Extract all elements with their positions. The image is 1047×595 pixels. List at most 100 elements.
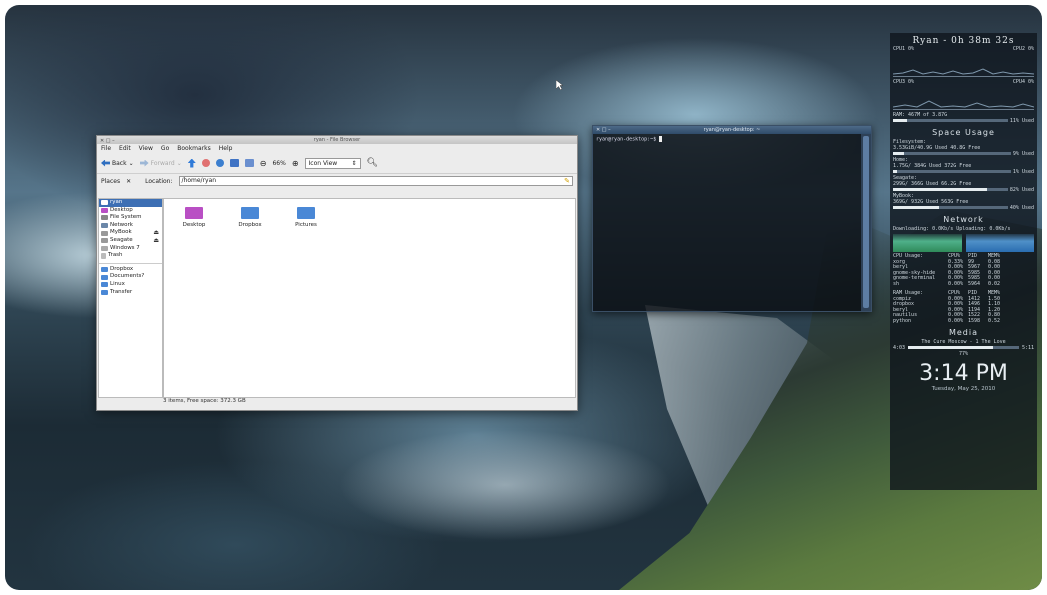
desktop-icon xyxy=(101,207,108,213)
drive-bar xyxy=(893,170,1011,173)
ram-bar-row: 11% Used xyxy=(890,118,1037,124)
home-icon[interactable] xyxy=(229,159,239,167)
close-sidebar-icon[interactable]: ✕ xyxy=(126,178,131,185)
folder-icon xyxy=(241,207,259,219)
chevron-down-icon[interactable]: ⌄ xyxy=(177,160,182,167)
toolbar: Back ⌄ Forward ⌄ ⊖ 66% ⊕ Icon View ⇕ 🔍︎ xyxy=(97,153,577,174)
zoom-out-icon[interactable]: ⊖ xyxy=(260,159,267,168)
media-heading: Media xyxy=(948,328,979,337)
bookmark-item-dropbox[interactable]: Dropbox xyxy=(99,266,162,274)
zoom-in-icon[interactable]: ⊕ xyxy=(292,159,299,168)
window-title: ryan@ryan-desktop: ~ xyxy=(703,127,761,133)
reload-icon[interactable] xyxy=(215,159,224,167)
clock: 3:14 PM xyxy=(919,361,1008,386)
window-buttons[interactable]: ✕ □ – xyxy=(100,137,115,145)
computer-icon[interactable] xyxy=(244,159,254,167)
menu-bar: File Edit View Go Bookmarks Help xyxy=(97,144,577,153)
chevron-updown-icon: ⇕ xyxy=(351,159,357,167)
drive-icon xyxy=(101,238,108,244)
sidebar-item-ryan[interactable]: ryan xyxy=(99,199,162,207)
eject-icon[interactable]: ⏏ xyxy=(153,237,159,245)
cpu-graph-svg xyxy=(893,68,1034,75)
menu-view[interactable]: View xyxy=(139,144,153,153)
sidebar-item-seagate[interactable]: Seagate ⏏ xyxy=(99,237,162,245)
drive-icon xyxy=(101,230,108,236)
sidebar-item-windows-7[interactable]: Windows 7 xyxy=(99,245,162,253)
eject-icon[interactable]: ⏏ xyxy=(153,229,159,237)
text-cursor xyxy=(659,136,663,142)
sidebar-item-mybook[interactable]: MyBook ⏏ xyxy=(99,229,162,237)
folder-icon xyxy=(101,274,108,280)
sidebar-item-desktop[interactable]: Desktop xyxy=(99,207,162,215)
places-dropdown[interactable]: Places xyxy=(101,178,120,185)
drive-bar xyxy=(893,152,1011,155)
window-buttons[interactable]: ✕ □ – xyxy=(596,126,611,134)
drive-bar-fill xyxy=(893,206,939,209)
media-progress-bar xyxy=(908,346,1019,349)
forward-button[interactable]: Forward ⌄ xyxy=(139,159,182,167)
terminal-scrollbar[interactable] xyxy=(861,134,871,311)
stop-icon[interactable] xyxy=(201,159,210,167)
network-icon xyxy=(101,223,108,229)
drive-bar xyxy=(893,188,1008,191)
sidebar-item-trash[interactable]: Trash xyxy=(99,252,162,260)
chevron-down-icon[interactable]: ⌄ xyxy=(129,160,134,167)
location-label: Location: xyxy=(145,177,173,185)
download-graph xyxy=(893,234,962,252)
desktop-folder-icon xyxy=(185,207,203,219)
edit-pencil-icon[interactable]: ✎ xyxy=(564,177,570,185)
cpu-usage-table: CPU Usage: CPU% PID MEM% xorg 0.33% 99 0.08 be… xyxy=(890,253,1037,287)
ram-bar-fill xyxy=(893,119,907,122)
network-heading: Network xyxy=(943,215,984,224)
bookmark-item-documents[interactable]: Documents? xyxy=(99,273,162,281)
file-browser-window[interactable]: ✕ □ – ryan - File Browser File Edit View… xyxy=(96,135,578,411)
drive-entry: Filesystem: 3.53GiB/40.9G Used 40.8G Fre… xyxy=(893,139,1034,157)
menu-bookmarks[interactable]: Bookmarks xyxy=(177,144,211,153)
menu-edit[interactable]: Edit xyxy=(119,144,131,153)
uptime-title: Ryan - 0h 38m 32s xyxy=(912,36,1015,46)
menu-file[interactable]: File xyxy=(101,144,111,153)
drive-entry: MyBook: 369G/ 932G Used 563G Free 40% Us… xyxy=(893,193,1034,211)
zoom-level: 66% xyxy=(272,159,286,167)
back-arrow-icon xyxy=(101,159,110,167)
search-icon[interactable]: 🔍︎ xyxy=(367,158,378,168)
menu-help[interactable]: Help xyxy=(219,144,233,153)
file-item-pictures[interactable]: Pictures xyxy=(286,207,326,228)
file-item-desktop[interactable]: Desktop xyxy=(174,207,214,228)
scrollbar-thumb[interactable] xyxy=(863,136,869,308)
drive-icon xyxy=(101,215,108,221)
cpu-graph-svg xyxy=(893,100,1034,108)
media-progress-fill xyxy=(908,346,994,349)
bookmark-item-transfer[interactable]: Transfer xyxy=(99,289,162,297)
sidebar-divider xyxy=(99,260,162,264)
folder-icon xyxy=(101,282,108,288)
space-usage-heading: Space Usage xyxy=(932,128,995,137)
trash-icon xyxy=(101,252,106,259)
drive-icon xyxy=(101,245,108,251)
terminal-window[interactable]: ✕ □ – ryan@ryan-desktop: ~ ryan@ryan-des… xyxy=(592,125,872,312)
drive-bar xyxy=(893,206,1008,209)
home-folder-icon xyxy=(101,200,108,206)
table-row: python 0.00% 1598 0.52 xyxy=(893,317,1001,324)
sidebar-item-file-system[interactable]: File System xyxy=(99,214,162,222)
view-mode-select[interactable]: Icon View ⇕ xyxy=(304,157,361,169)
up-arrow-icon[interactable] xyxy=(187,158,196,168)
places-sidebar: ryan Desktop File System Network MyBook ⏏… xyxy=(98,198,163,398)
back-button[interactable]: Back ⌄ xyxy=(101,159,134,167)
cpu-graph-2 xyxy=(893,87,1034,110)
sidebar-item-network[interactable]: Network xyxy=(99,222,162,230)
file-view[interactable]: Desktop Dropbox Pictures xyxy=(163,198,576,398)
location-input[interactable]: /home/ryan ✎ xyxy=(178,176,573,186)
mouse-pointer-icon xyxy=(556,80,563,90)
file-item-dropbox[interactable]: Dropbox xyxy=(230,207,270,228)
date: Tuesday, May 25, 2010 xyxy=(931,386,996,392)
menu-go[interactable]: Go xyxy=(161,144,169,153)
file-browser-titlebar[interactable]: ✕ □ – ryan - File Browser xyxy=(97,136,577,144)
drive-entry: Seagate: 299G/ 366G Used 66.2G Free 82% … xyxy=(893,175,1034,193)
folder-icon xyxy=(297,207,315,219)
upload-graph xyxy=(965,234,1034,252)
folder-icon xyxy=(101,267,108,273)
terminal-titlebar[interactable]: ✕ □ – ryan@ryan-desktop: ~ xyxy=(593,126,871,134)
bookmark-item-linux[interactable]: Linux xyxy=(99,281,162,289)
terminal-body[interactable]: ryan@ryan-desktop:~$ xyxy=(593,134,861,311)
